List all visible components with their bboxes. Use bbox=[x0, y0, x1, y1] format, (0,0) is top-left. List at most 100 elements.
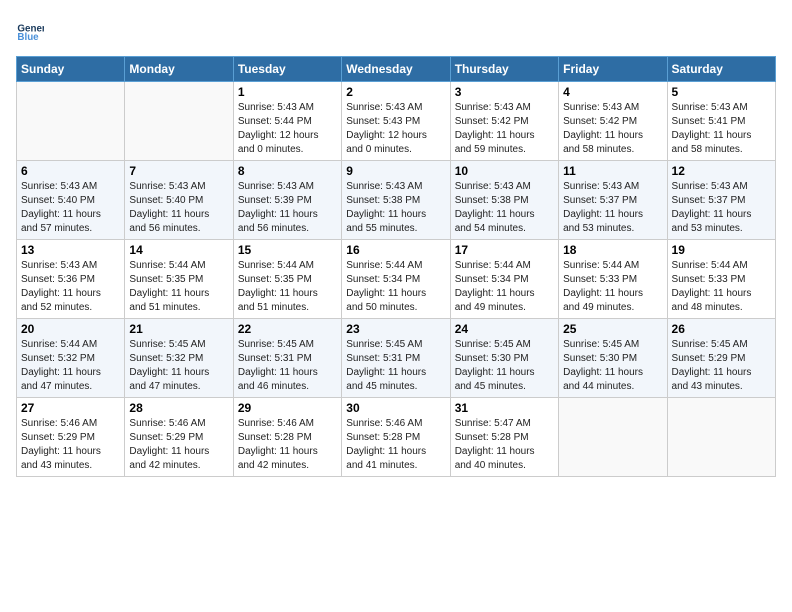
logo-icon: General Blue bbox=[16, 16, 44, 44]
day-info: Sunrise: 5:45 AMSunset: 5:31 PMDaylight:… bbox=[346, 338, 445, 394]
day-info: Sunrise: 5:43 AMSunset: 5:38 PMDaylight:… bbox=[346, 180, 445, 236]
calendar-cell: 7 Sunrise: 5:43 AMSunset: 5:40 PMDaylight… bbox=[125, 161, 233, 240]
day-info: Sunrise: 5:44 AMSunset: 5:34 PMDaylight:… bbox=[346, 259, 445, 315]
calendar-cell: 4Sunrise: 5:43 AMSunset: 5:42 PMDaylight… bbox=[559, 82, 667, 161]
day-number: 24 bbox=[455, 322, 554, 336]
day-number: 22 bbox=[238, 322, 337, 336]
day-info: Sunrise: 5:44 AMSunset: 5:32 PMDaylight:… bbox=[21, 338, 120, 394]
calendar-cell bbox=[667, 398, 775, 477]
day-info: Sunrise: 5:47 AMSunset: 5:28 PMDaylight:… bbox=[455, 417, 554, 473]
calendar-cell: 9 Sunrise: 5:43 AMSunset: 5:38 PMDaylight… bbox=[342, 161, 450, 240]
calendar-cell bbox=[559, 398, 667, 477]
day-info: Sunrise: 5:45 AMSunset: 5:30 PMDaylight:… bbox=[563, 338, 662, 394]
weekday-header-saturday: Saturday bbox=[667, 57, 775, 82]
calendar-cell: 15 Sunrise: 5:44 AMSunset: 5:35 PMDayligh… bbox=[233, 240, 341, 319]
calendar-cell: 21 Sunrise: 5:45 AMSunset: 5:32 PMDayligh… bbox=[125, 319, 233, 398]
day-info: Sunrise: 5:45 AMSunset: 5:30 PMDaylight:… bbox=[455, 338, 554, 394]
calendar-cell: 14Sunrise: 5:44 AMSunset: 5:35 PMDayligh… bbox=[125, 240, 233, 319]
day-number: 7 bbox=[129, 164, 228, 178]
calendar-cell: 17 Sunrise: 5:44 AMSunset: 5:34 PMDayligh… bbox=[450, 240, 558, 319]
calendar-week-row: 20 Sunrise: 5:44 AMSunset: 5:32 PMDayligh… bbox=[17, 319, 776, 398]
calendar-cell: 25 Sunrise: 5:45 AMSunset: 5:30 PMDayligh… bbox=[559, 319, 667, 398]
calendar-cell: 16 Sunrise: 5:44 AMSunset: 5:34 PMDayligh… bbox=[342, 240, 450, 319]
day-number: 27 bbox=[21, 401, 120, 415]
calendar-cell: 23 Sunrise: 5:45 AMSunset: 5:31 PMDayligh… bbox=[342, 319, 450, 398]
day-info: Sunrise: 5:43 AMSunset: 5:42 PMDaylight:… bbox=[455, 101, 554, 157]
day-info: Sunrise: 5:43 AMSunset: 5:40 PMDaylight:… bbox=[21, 180, 120, 236]
day-info: Sunrise: 5:43 AMSunset: 5:38 PMDaylight:… bbox=[455, 180, 554, 236]
logo: General Blue bbox=[16, 16, 48, 44]
day-number: 18 bbox=[563, 243, 662, 257]
weekday-header-thursday: Thursday bbox=[450, 57, 558, 82]
weekday-header-friday: Friday bbox=[559, 57, 667, 82]
day-number: 9 bbox=[346, 164, 445, 178]
calendar-cell: 8Sunrise: 5:43 AMSunset: 5:39 PMDaylight… bbox=[233, 161, 341, 240]
calendar-cell: 3Sunrise: 5:43 AMSunset: 5:42 PMDaylight… bbox=[450, 82, 558, 161]
calendar-cell: 5 Sunrise: 5:43 AMSunset: 5:41 PMDaylight… bbox=[667, 82, 775, 161]
calendar-cell: 20 Sunrise: 5:44 AMSunset: 5:32 PMDayligh… bbox=[17, 319, 125, 398]
calendar-week-row: 6 Sunrise: 5:43 AMSunset: 5:40 PMDaylight… bbox=[17, 161, 776, 240]
day-info: Sunrise: 5:43 AMSunset: 5:42 PMDaylight:… bbox=[563, 101, 662, 157]
calendar-week-row: 27 Sunrise: 5:46 AMSunset: 5:29 PMDayligh… bbox=[17, 398, 776, 477]
day-info: Sunrise: 5:44 AMSunset: 5:35 PMDaylight:… bbox=[129, 259, 228, 315]
day-number: 13 bbox=[21, 243, 120, 257]
weekday-header-monday: Monday bbox=[125, 57, 233, 82]
day-info: Sunrise: 5:43 AMSunset: 5:43 PMDaylight:… bbox=[346, 101, 445, 157]
day-number: 1 bbox=[238, 85, 337, 99]
calendar-week-row: 1 Sunrise: 5:43 AMSunset: 5:44 PMDaylight… bbox=[17, 82, 776, 161]
day-info: Sunrise: 5:43 AMSunset: 5:41 PMDaylight:… bbox=[672, 101, 771, 157]
calendar-cell: 2Sunrise: 5:43 AMSunset: 5:43 PMDaylight… bbox=[342, 82, 450, 161]
day-number: 5 bbox=[672, 85, 771, 99]
weekday-header-tuesday: Tuesday bbox=[233, 57, 341, 82]
day-info: Sunrise: 5:43 AMSunset: 5:40 PMDaylight:… bbox=[129, 180, 228, 236]
day-number: 6 bbox=[21, 164, 120, 178]
day-info: Sunrise: 5:46 AMSunset: 5:28 PMDaylight:… bbox=[238, 417, 337, 473]
day-info: Sunrise: 5:45 AMSunset: 5:29 PMDaylight:… bbox=[672, 338, 771, 394]
calendar-cell: 6 Sunrise: 5:43 AMSunset: 5:40 PMDaylight… bbox=[17, 161, 125, 240]
calendar-cell: 31 Sunrise: 5:47 AMSunset: 5:28 PMDayligh… bbox=[450, 398, 558, 477]
day-info: Sunrise: 5:45 AMSunset: 5:32 PMDaylight:… bbox=[129, 338, 228, 394]
calendar-cell: 10Sunrise: 5:43 AMSunset: 5:38 PMDayligh… bbox=[450, 161, 558, 240]
day-number: 21 bbox=[129, 322, 228, 336]
calendar-cell: 11Sunrise: 5:43 AMSunset: 5:37 PMDayligh… bbox=[559, 161, 667, 240]
day-info: Sunrise: 5:44 AMSunset: 5:33 PMDaylight:… bbox=[563, 259, 662, 315]
day-number: 16 bbox=[346, 243, 445, 257]
day-info: Sunrise: 5:43 AMSunset: 5:44 PMDaylight:… bbox=[238, 101, 337, 157]
day-number: 23 bbox=[346, 322, 445, 336]
day-number: 29 bbox=[238, 401, 337, 415]
weekday-header-wednesday: Wednesday bbox=[342, 57, 450, 82]
day-number: 31 bbox=[455, 401, 554, 415]
day-number: 26 bbox=[672, 322, 771, 336]
day-number: 20 bbox=[21, 322, 120, 336]
calendar-cell bbox=[17, 82, 125, 161]
calendar-cell: 1 Sunrise: 5:43 AMSunset: 5:44 PMDaylight… bbox=[233, 82, 341, 161]
day-info: Sunrise: 5:44 AMSunset: 5:35 PMDaylight:… bbox=[238, 259, 337, 315]
day-number: 15 bbox=[238, 243, 337, 257]
day-number: 25 bbox=[563, 322, 662, 336]
calendar-cell bbox=[125, 82, 233, 161]
calendar-week-row: 13Sunrise: 5:43 AMSunset: 5:36 PMDayligh… bbox=[17, 240, 776, 319]
weekday-header-sunday: Sunday bbox=[17, 57, 125, 82]
day-number: 30 bbox=[346, 401, 445, 415]
calendar-cell: 22Sunrise: 5:45 AMSunset: 5:31 PMDayligh… bbox=[233, 319, 341, 398]
day-info: Sunrise: 5:44 AMSunset: 5:33 PMDaylight:… bbox=[672, 259, 771, 315]
calendar-cell: 30 Sunrise: 5:46 AMSunset: 5:28 PMDayligh… bbox=[342, 398, 450, 477]
calendar-cell: 12 Sunrise: 5:43 AMSunset: 5:37 PMDayligh… bbox=[667, 161, 775, 240]
calendar-cell: 27Sunrise: 5:46 AMSunset: 5:29 PMDayligh… bbox=[17, 398, 125, 477]
calendar-cell: 19 Sunrise: 5:44 AMSunset: 5:33 PMDayligh… bbox=[667, 240, 775, 319]
day-number: 17 bbox=[455, 243, 554, 257]
calendar-cell: 18 Sunrise: 5:44 AMSunset: 5:33 PMDayligh… bbox=[559, 240, 667, 319]
day-info: Sunrise: 5:46 AMSunset: 5:28 PMDaylight:… bbox=[346, 417, 445, 473]
calendar-cell: 29 Sunrise: 5:46 AMSunset: 5:28 PMDayligh… bbox=[233, 398, 341, 477]
calendar-cell: 24 Sunrise: 5:45 AMSunset: 5:30 PMDayligh… bbox=[450, 319, 558, 398]
calendar-cell: 13Sunrise: 5:43 AMSunset: 5:36 PMDayligh… bbox=[17, 240, 125, 319]
page-header: General Blue bbox=[16, 16, 776, 44]
day-number: 12 bbox=[672, 164, 771, 178]
day-info: Sunrise: 5:44 AMSunset: 5:34 PMDaylight:… bbox=[455, 259, 554, 315]
day-number: 8 bbox=[238, 164, 337, 178]
svg-text:Blue: Blue bbox=[17, 32, 39, 43]
day-number: 19 bbox=[672, 243, 771, 257]
day-info: Sunrise: 5:43 AMSunset: 5:37 PMDaylight:… bbox=[672, 180, 771, 236]
calendar-cell: 28Sunrise: 5:46 AMSunset: 5:29 PMDayligh… bbox=[125, 398, 233, 477]
day-info: Sunrise: 5:46 AMSunset: 5:29 PMDaylight:… bbox=[129, 417, 228, 473]
